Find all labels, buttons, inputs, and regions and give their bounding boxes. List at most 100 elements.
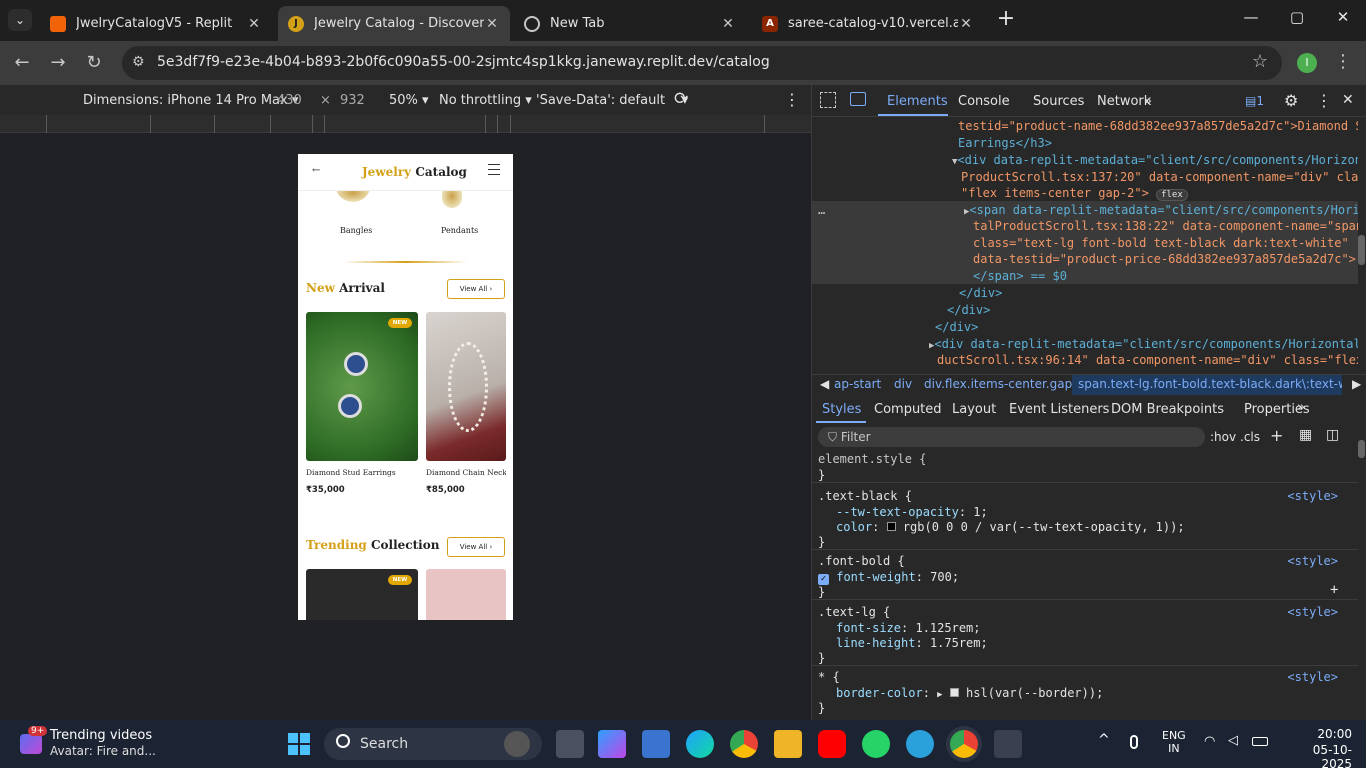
dom-line[interactable]: talProductScroll.tsx:138:22" data-compon… — [973, 218, 1358, 235]
dom-line[interactable]: </span> == $0 — [973, 268, 1067, 285]
wifi-icon[interactable]: ◠ — [1204, 734, 1215, 749]
product-card-image[interactable]: NEW — [306, 312, 418, 461]
color-swatch[interactable] — [886, 522, 896, 531]
tab-dom-breakpoints[interactable]: DOM Breakpoints — [1111, 402, 1224, 417]
bookmark-star-icon[interactable]: ☆ — [1252, 51, 1268, 72]
breadcrumb-scroll-left-icon[interactable]: ◀ — [820, 377, 829, 391]
close-tab-icon[interactable]: ✕ — [246, 16, 262, 32]
edge-icon[interactable] — [686, 730, 714, 758]
rule-selector[interactable]: .text-lg { — [818, 604, 890, 621]
tab-search-button[interactable]: ⌄ — [8, 9, 32, 31]
declaration[interactable]: ✓ font-weight: 700; — [818, 569, 959, 586]
microphone-icon[interactable] — [1130, 735, 1138, 749]
close-tab-icon[interactable]: ✕ — [484, 16, 500, 32]
menu-kebab-icon[interactable]: ⋮ — [1334, 51, 1352, 72]
tab-event-listeners[interactable]: Event Listeners — [1009, 402, 1109, 417]
media-query-ruler[interactable] — [0, 115, 811, 133]
declaration[interactable]: border-color: ▶ hsl(var(--border)); — [836, 685, 1103, 704]
issues-counter[interactable]: ▤1 — [1245, 94, 1264, 108]
tab-new-tab[interactable]: New Tab ✕ — [514, 6, 746, 41]
dom-line[interactable]: </div> — [935, 319, 978, 336]
dom-line[interactable]: class="text-lg font-bold text-black dark… — [973, 235, 1349, 252]
file-explorer-icon[interactable] — [774, 730, 802, 758]
throttling-select[interactable]: No throttling ▾ — [439, 93, 532, 108]
cls-toggle[interactable]: .cls — [1240, 430, 1260, 444]
styles-scrollbar[interactable] — [1358, 440, 1365, 458]
tab-jewelry-catalog[interactable]: J Jewelry Catalog - Discover Time ✕ — [278, 6, 510, 41]
product-card-image[interactable] — [426, 312, 506, 461]
windows-start-icon[interactable] — [288, 733, 310, 755]
language-indicator[interactable]: ENG IN — [1162, 729, 1186, 755]
dom-line[interactable]: </div> — [947, 302, 990, 319]
dom-line[interactable]: ductScroll.tsx:96:14" data-component-nam… — [937, 352, 1358, 368]
rule-selector[interactable]: .font-bold { — [818, 553, 905, 570]
forward-arrow-icon[interactable]: → — [44, 49, 72, 77]
close-window-button[interactable]: ✕ — [1328, 8, 1358, 32]
tab-sources[interactable]: Sources — [1033, 94, 1084, 109]
new-rule-icon[interactable]: + — [1270, 426, 1283, 445]
profile-avatar[interactable]: I — [1297, 53, 1317, 73]
tab-computed[interactable]: Computed — [874, 402, 942, 417]
rule-source-link[interactable]: <style> — [1287, 488, 1338, 505]
styles-filter-input[interactable]: ⛉ Filter — [818, 427, 1205, 447]
back-arrow-icon[interactable]: ← — [312, 165, 320, 176]
styles-pane[interactable]: element.style { } .text-black { <style> … — [812, 451, 1358, 720]
dom-line[interactable]: ▼<div data-replit-metadata="client/src/c… — [952, 152, 1358, 171]
tab-console[interactable]: Console — [958, 94, 1010, 109]
declaration[interactable]: line-height: 1.75rem; — [836, 635, 988, 652]
close-tab-icon[interactable]: ✕ — [720, 16, 736, 32]
dom-line[interactable]: data-testid="product-price-68dd382ee937a… — [973, 251, 1356, 268]
rule-selector[interactable]: element.style { — [818, 451, 926, 468]
dom-line[interactable]: "flex items-center gap-2"> flex — [961, 185, 1188, 204]
microsoft-store-icon[interactable] — [642, 730, 670, 758]
tab-layout[interactable]: Layout — [952, 402, 996, 417]
tab-saree-catalog[interactable]: A saree-catalog-v10.vercel.app/h ✕ — [752, 6, 984, 41]
minimize-button[interactable]: — — [1236, 8, 1266, 32]
node-ellipsis-icon[interactable]: … — [818, 202, 825, 219]
declaration[interactable]: color: rgb(0 0 0 / var(--tw-text-opacity… — [836, 519, 1185, 536]
dom-line[interactable]: </div> — [959, 285, 1002, 302]
copilot-icon[interactable] — [598, 730, 626, 758]
telegram-icon[interactable] — [906, 730, 934, 758]
close-devtools-icon[interactable]: ✕ — [1342, 92, 1354, 108]
site-settings-icon[interactable]: ⚙ — [132, 54, 145, 70]
rule-selector[interactable]: * { — [818, 669, 840, 686]
devtools-app-icon[interactable] — [994, 730, 1022, 758]
dom-line[interactable]: Earrings</h3> — [958, 135, 1052, 152]
breadcrumb-item-active[interactable]: span.text-lg.font-bold.text-black.dark\:… — [1072, 375, 1342, 395]
height-input[interactable]: 932 — [340, 93, 365, 108]
view-all-button[interactable]: View All › — [447, 537, 505, 557]
rule-source-link[interactable]: <style> — [1287, 669, 1338, 686]
color-swatch[interactable] — [949, 688, 959, 697]
add-property-icon[interactable]: + — [1330, 582, 1338, 599]
breadcrumb-item[interactable]: ap-start — [834, 377, 881, 391]
whatsapp-icon[interactable] — [862, 730, 890, 758]
breadcrumb-item[interactable]: div.flex.items-center.gap-2 — [924, 377, 1084, 391]
settings-gear-icon[interactable]: ⚙ — [1284, 91, 1298, 110]
paint-icon[interactable]: ▦ — [1299, 427, 1312, 443]
close-tab-icon[interactable]: ✕ — [958, 16, 974, 32]
chrome-active-icon[interactable] — [950, 730, 978, 758]
back-arrow-icon[interactable]: ← — [8, 49, 36, 77]
dom-line[interactable]: ProductScroll.tsx:137:20" data-component… — [961, 169, 1358, 186]
tab-styles[interactable]: Styles — [822, 402, 861, 417]
breadcrumb-scroll-right-icon[interactable]: ▶ — [1352, 377, 1361, 391]
tab-elements[interactable]: Elements — [887, 94, 948, 109]
dom-tree[interactable]: testid="product-name-68dd382ee937a857de5… — [812, 118, 1358, 368]
zoom-select[interactable]: 50% ▾ — [389, 93, 429, 108]
breadcrumb-item[interactable]: div — [894, 377, 912, 391]
rotate-icon[interactable]: ⟳ — [674, 89, 688, 109]
more-tabs-icon[interactable]: » — [1144, 94, 1152, 109]
product-card-image[interactable] — [426, 569, 506, 620]
devtools-menu-icon[interactable]: ⋮ — [1316, 91, 1332, 110]
maximize-button[interactable]: ▢ — [1282, 8, 1312, 32]
rule-selector[interactable]: .text-black { — [818, 488, 912, 505]
reload-icon[interactable]: ↻ — [80, 49, 108, 77]
device-toggle-icon[interactable] — [850, 92, 866, 106]
save-data-select[interactable]: 'Save-Data': default ▾ — [536, 93, 688, 108]
flex-badge[interactable]: flex — [1156, 189, 1188, 201]
news-widget[interactable]: 9+ Trending videos Avatar: Fire and... — [14, 726, 164, 762]
inspect-element-icon[interactable] — [820, 92, 836, 108]
battery-icon[interactable] — [1252, 737, 1268, 746]
hov-toggle[interactable]: :hov — [1210, 430, 1236, 444]
